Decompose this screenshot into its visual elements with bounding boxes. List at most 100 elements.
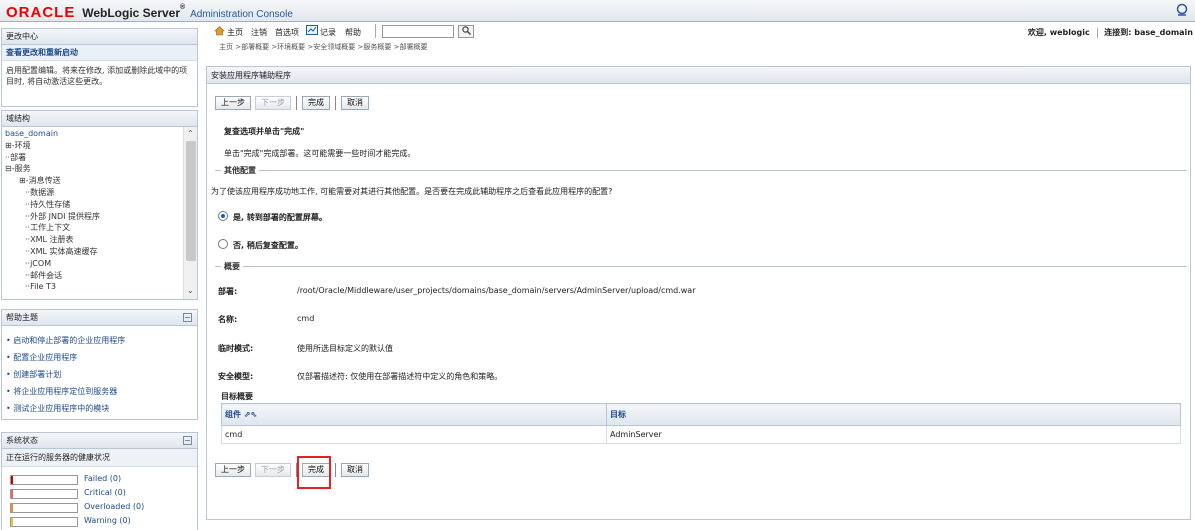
collapse-icon[interactable]: − <box>183 313 192 322</box>
system-status-panel: 系统状态 − 正在运行的服务器的健康状况 Failed (0) Critical … <box>1 432 198 530</box>
column-header-component[interactable]: 组件 ⇗⇖ <box>221 403 607 426</box>
record-link[interactable]: 记录 <box>320 27 336 38</box>
tree-item-mail-sessions[interactable]: ··邮件会话 <box>5 270 197 282</box>
help-link-create-plan[interactable]: • 创建部署计划 <box>2 366 197 383</box>
tree-item-jcom[interactable]: ··jCOM <box>5 258 197 270</box>
connected-domain: 连接到: base_domain <box>1104 28 1193 37</box>
tree-item-persistent-stores[interactable]: ··持久性存储 <box>5 199 197 211</box>
name-label: 名称: <box>218 315 238 324</box>
preferences-link[interactable]: 首选项 <box>275 27 299 38</box>
help-link-test[interactable]: • 测试企业应用程序中的模块 <box>2 400 197 417</box>
record-icon[interactable] <box>306 25 318 37</box>
welcome-user: 欢迎, weblogic <box>1027 28 1090 37</box>
help-topics-label: 帮助主题 <box>6 313 38 322</box>
console-subtitle: Administration Console <box>190 9 293 20</box>
targets-table: 组件 ⇗⇖ 目标 cmd AdminServer <box>221 403 1181 444</box>
help-topics-panel: 帮助主题 − • 启动和停止部署的企业应用程序 • 配置企业应用程序 • 创建部署… <box>1 309 198 420</box>
cancel-button[interactable]: 取消 <box>341 463 369 477</box>
scroll-down-icon[interactable]: ⌄ <box>187 285 194 297</box>
search-icon[interactable] <box>1175 3 1189 17</box>
tree-item-services[interactable]: ⊟-服务 <box>5 163 197 175</box>
console-toolbar: 主页 注销 首选项 记录 帮助 欢迎, weblogic 连接到: base_d… <box>206 22 1195 40</box>
tree-root[interactable]: base_domain <box>5 128 197 140</box>
next-button[interactable]: 下一步 <box>255 463 291 477</box>
change-center-title: 更改中心 <box>2 29 197 45</box>
welcome-divider <box>1096 27 1098 38</box>
status-label[interactable]: Overloaded (0) <box>84 502 144 511</box>
back-button[interactable]: 上一步 <box>215 463 251 477</box>
finish-button[interactable]: 完成 <box>302 96 330 110</box>
summary-caption: 概要 <box>221 261 243 272</box>
finish-highlight-box <box>297 456 331 489</box>
home-icon[interactable] <box>214 25 225 38</box>
install-wizard-panel: 安装应用程序辅助程序 上一步 下一步 完成 取消 复查选项并单击"完成" 单击"… <box>206 66 1191 520</box>
help-link-target[interactable]: • 将企业应用程序定位到服务器 <box>2 383 197 400</box>
wizard-title: 安装应用程序辅助程序 <box>207 67 1190 84</box>
status-row-failed: Failed (0) <box>2 473 197 487</box>
deployment-value: /root/Oracle/Middleware/user_projects/do… <box>297 286 696 295</box>
config-question: 为了使该应用程序成功地工作, 可能需要对其进行其他配置。是否要在完成此辅助程序之… <box>211 187 613 196</box>
status-label[interactable]: Warning (0) <box>84 516 131 525</box>
radio-configure-no[interactable] <box>218 239 228 249</box>
tree-item-xml-entity-caches[interactable]: ··XML 实体高速缓存 <box>5 246 197 258</box>
help-link-configure[interactable]: • 配置企业应用程序 <box>2 349 197 366</box>
security-label: 安全模型: <box>218 372 254 381</box>
help-link-start-stop[interactable]: • 启动和停止部署的企业应用程序 <box>2 332 197 349</box>
tree-item-deployments[interactable]: ··部署 <box>5 152 197 164</box>
product-name: WebLogic Server® <box>82 4 185 20</box>
table-header-row: 组件 ⇗⇖ 目标 <box>221 403 1181 426</box>
status-fill <box>11 504 13 512</box>
tree-item-datasources[interactable]: ··数据源 <box>5 187 197 199</box>
system-status-title: 系统状态 − <box>2 433 197 449</box>
security-value: 仅部署描述符: 仅使用在部署描述符中定义的角色和策略。 <box>297 372 503 381</box>
tree-item-messaging[interactable]: ⊞-消息传送 <box>5 175 197 187</box>
status-bar <box>10 489 78 499</box>
back-button[interactable]: 上一步 <box>215 96 251 110</box>
status-fill <box>11 490 13 498</box>
status-row-warning: Warning (0) <box>2 515 197 529</box>
cancel-button[interactable]: 取消 <box>341 96 369 110</box>
view-changes-link[interactable]: 查看更改和重新启动 <box>2 45 197 61</box>
tree-scrollbar[interactable]: ⌃ ⌄ <box>183 127 197 299</box>
section-rule <box>215 266 1187 267</box>
column-header-target[interactable]: 目标 <box>606 403 1181 426</box>
scroll-up-icon[interactable]: ⌃ <box>187 128 194 140</box>
change-center-text: 启用配置编辑。将来在修改, 添加或删除此域中的项目时, 将自动激活这些更改。 <box>6 66 188 86</box>
tree-item-xml-registries[interactable]: ··XML 注册表 <box>5 234 197 246</box>
status-label[interactable]: Failed (0) <box>84 474 121 483</box>
cell-component: cmd <box>221 425 607 444</box>
logout-link[interactable]: 注销 <box>251 27 267 38</box>
breadcrumb[interactable]: 主页 >部署概要 >环境概要 >安全领域概要 >服务概要 >部署概要 <box>206 40 1195 54</box>
button-divider <box>335 96 336 110</box>
cell-target: AdminServer <box>606 425 1181 444</box>
finish-intro: 单击"完成"完成部署。这可能需要一些时间才能完成。 <box>224 149 416 158</box>
main-column: 主页 注销 首选项 记录 帮助 欢迎, weblogic 连接到: base_d… <box>206 22 1195 530</box>
next-button[interactable]: 下一步 <box>255 96 291 110</box>
radio-configure-yes[interactable] <box>218 211 228 221</box>
search-button[interactable] <box>458 25 474 38</box>
top-banner: ORACLE WebLogic Server® Administration C… <box>0 0 1195 22</box>
tree-item-environment[interactable]: ⊞-环境 <box>5 140 197 152</box>
search-input[interactable] <box>382 25 454 38</box>
status-row-critical: Critical (0) <box>2 487 197 501</box>
home-link[interactable]: 主页 <box>227 27 243 38</box>
radio-no-label[interactable]: 否, 稍后复查配置。 <box>233 240 303 251</box>
radio-yes-label[interactable]: 是, 转到部署的配置屏幕。 <box>233 212 327 223</box>
help-topics-title: 帮助主题 − <box>2 310 197 326</box>
status-label[interactable]: Critical (0) <box>84 488 126 497</box>
status-fill <box>11 476 13 484</box>
table-row: cmd AdminServer <box>221 425 1181 444</box>
help-link[interactable]: 帮助 <box>345 27 361 38</box>
staging-value: 使用所选目标定义的默认值 <box>297 344 393 353</box>
tree-item-file-t3[interactable]: ··File T3 <box>5 281 197 293</box>
tree-item-foreign-jndi[interactable]: ··外部 JNDI 提供程序 <box>5 211 197 223</box>
collapse-icon[interactable]: − <box>183 436 192 445</box>
toolbar-divider <box>375 24 376 38</box>
status-fill <box>11 518 13 526</box>
left-column: 更改中心 查看更改和重新启动 启用配置编辑。将来在修改, 添加或删除此域中的项目… <box>0 22 200 530</box>
change-center-panel: 更改中心 查看更改和重新启动 启用配置编辑。将来在修改, 添加或删除此域中的项目… <box>1 28 198 107</box>
scroll-thumb[interactable] <box>186 141 196 261</box>
status-bar <box>10 475 78 485</box>
tree-item-work-contexts[interactable]: ··工作上下文 <box>5 222 197 234</box>
system-status-label: 系统状态 <box>6 436 38 445</box>
